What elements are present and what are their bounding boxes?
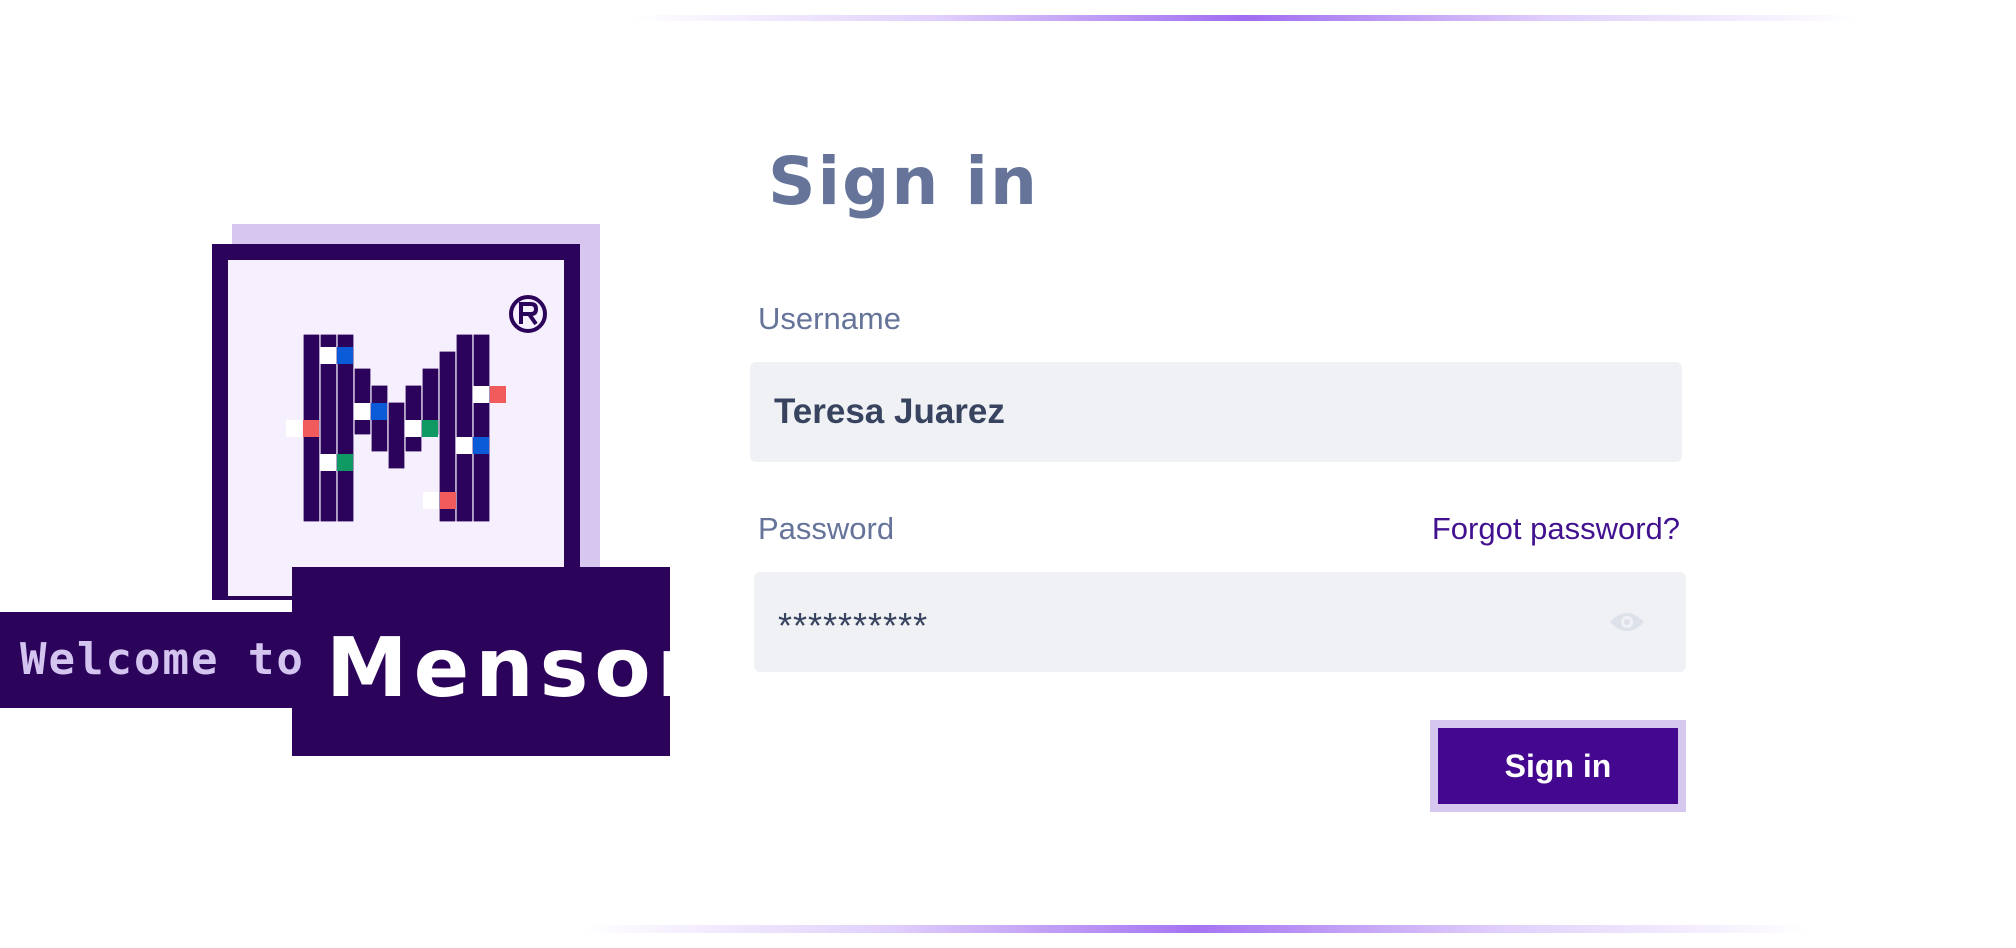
welcome-text: Welcome to — [20, 634, 305, 685]
password-field[interactable]: ********** — [754, 572, 1686, 672]
bottom-accent-glow — [580, 925, 1810, 933]
forgot-password-link[interactable]: Forgot password? — [1432, 509, 1680, 549]
page-title: Sign in — [768, 143, 1039, 220]
username-value[interactable]: Teresa Juarez — [774, 390, 1005, 434]
password-value[interactable]: ********** — [778, 604, 928, 648]
top-accent-glow — [630, 15, 1860, 21]
password-label: Password — [758, 511, 895, 546]
sign-in-button[interactable]: Sign in — [1430, 720, 1686, 812]
brand-name: Menson — [326, 621, 722, 716]
username-label: Username — [758, 301, 901, 336]
username-field[interactable]: Teresa Juarez — [750, 362, 1682, 462]
eye-icon[interactable] — [1608, 607, 1646, 637]
registered-trademark-icon — [509, 295, 547, 333]
